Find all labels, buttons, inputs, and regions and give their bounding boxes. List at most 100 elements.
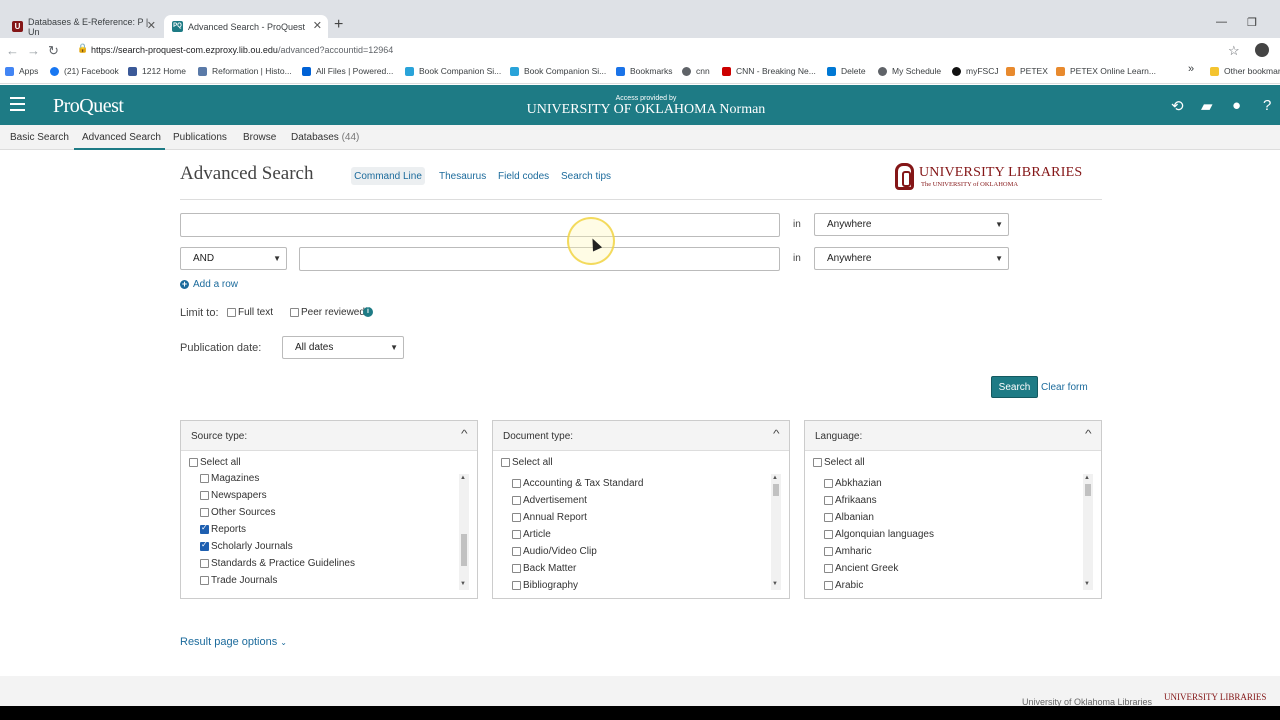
list-item-checkbox[interactable] xyxy=(200,491,209,500)
bookmarks-overflow-icon[interactable]: » xyxy=(1188,63,1194,75)
search-term-input-2[interactable] xyxy=(299,247,780,271)
list-item-checkbox[interactable] xyxy=(824,581,833,590)
close-tab-icon[interactable]: ✕ xyxy=(313,19,322,32)
help-icon[interactable]: ? xyxy=(1263,97,1271,114)
tab-browse[interactable]: Browse xyxy=(243,132,276,143)
tab-basic-search[interactable]: Basic Search xyxy=(10,132,69,143)
scroll-thumb[interactable] xyxy=(1085,484,1091,496)
field-select-2[interactable]: Anywhere ▼ xyxy=(814,247,1009,270)
bookmark-delete[interactable]: Delete xyxy=(827,66,866,76)
scrollbar[interactable]: ▲ ▼ xyxy=(459,474,469,590)
bookmark-cnn[interactable]: cnn xyxy=(682,66,710,76)
command-line-link[interactable]: Command Line xyxy=(351,167,425,185)
boolean-operator-select[interactable]: AND ▼ xyxy=(180,247,287,270)
bookmark-bookmarks[interactable]: Bookmarks xyxy=(616,66,673,76)
search-term-input-1[interactable] xyxy=(180,213,780,237)
select-all-checkbox[interactable] xyxy=(501,458,510,467)
result-page-options-toggle[interactable]: Result page options ⌄ xyxy=(180,636,287,648)
panel-header[interactable]: Document type: ^ xyxy=(493,421,789,451)
panel-header[interactable]: Language: ^ xyxy=(805,421,1101,451)
list-item-checkbox[interactable] xyxy=(200,540,209,551)
scroll-thumb[interactable] xyxy=(773,484,779,496)
browser-tab-advanced-search[interactable]: PQ Advanced Search - ProQuest ✕ xyxy=(164,15,328,38)
scroll-up-icon[interactable]: ▲ xyxy=(460,475,466,481)
list-item-checkbox[interactable] xyxy=(200,474,209,483)
list-item-checkbox[interactable] xyxy=(200,523,209,534)
chevron-up-icon[interactable]: ^ xyxy=(1085,429,1092,440)
scrollbar[interactable]: ▲ ▼ xyxy=(1083,474,1093,590)
list-item-checkbox[interactable] xyxy=(512,530,521,539)
bookmark-book-companion-2[interactable]: Book Companion Si... xyxy=(510,66,606,76)
proquest-logo[interactable]: ProQuest xyxy=(53,95,124,118)
list-item-checkbox[interactable] xyxy=(512,513,521,522)
list-item-checkbox[interactable] xyxy=(200,508,209,517)
publication-date-select[interactable]: All dates ▼ xyxy=(282,336,404,359)
reload-icon[interactable]: ↻ xyxy=(48,43,59,59)
tab-publications[interactable]: Publications xyxy=(173,132,227,143)
list-item-checkbox[interactable] xyxy=(824,564,833,573)
bookmark-my-schedule[interactable]: My Schedule xyxy=(878,66,941,76)
list-item-checkbox[interactable] xyxy=(200,559,209,568)
list-item-checkbox[interactable] xyxy=(512,564,521,573)
new-tab-icon[interactable]: + xyxy=(334,16,343,34)
tab-advanced-search[interactable]: Advanced Search xyxy=(82,132,161,143)
search-tips-link[interactable]: Search tips xyxy=(561,171,611,182)
list-item-checkbox[interactable] xyxy=(512,581,521,590)
add-row-link[interactable]: + Add a row xyxy=(180,279,238,290)
clear-form-link[interactable]: Clear form xyxy=(1041,382,1088,393)
chevron-up-icon[interactable]: ^ xyxy=(773,429,780,440)
bookmark-all-files[interactable]: All Files | Powered... xyxy=(302,66,393,76)
field-select-1[interactable]: Anywhere ▼ xyxy=(814,213,1009,236)
list-item-checkbox[interactable] xyxy=(824,513,833,522)
bookmark-reformation[interactable]: Reformation | Histo... xyxy=(198,66,292,76)
minimize-icon[interactable]: — xyxy=(1216,16,1227,28)
bookmark-1212-home[interactable]: 1212 Home xyxy=(128,66,186,76)
list-item-checkbox[interactable] xyxy=(824,547,833,556)
list-item-checkbox[interactable] xyxy=(512,547,521,556)
scroll-up-icon[interactable]: ▲ xyxy=(1084,475,1090,481)
list-item-checkbox[interactable] xyxy=(824,479,833,488)
tab-databases[interactable]: Databases (44) xyxy=(291,132,359,143)
history-icon[interactable]: ⟲ xyxy=(1171,97,1184,115)
user-icon[interactable]: ● xyxy=(1232,97,1241,114)
bookmark-other[interactable]: Other bookmarks xyxy=(1210,66,1280,76)
back-icon[interactable]: ← xyxy=(6,43,19,58)
bookmark-book-companion-1[interactable]: Book Companion Si... xyxy=(405,66,501,76)
scrollbar[interactable]: ▲ ▼ xyxy=(771,474,781,590)
bookmark-petex-online[interactable]: PETEX Online Learn... xyxy=(1056,66,1156,76)
list-item-checkbox[interactable] xyxy=(200,576,209,585)
bookmark-apps[interactable]: Apps xyxy=(5,66,38,76)
info-icon[interactable]: i xyxy=(363,307,373,317)
thesaurus-link[interactable]: Thesaurus xyxy=(439,171,486,182)
scroll-down-icon[interactable]: ▼ xyxy=(772,581,778,587)
bookmark-petex[interactable]: PETEX xyxy=(1006,66,1048,76)
close-tab-icon[interactable]: ✕ xyxy=(147,19,156,32)
peer-reviewed-checkbox[interactable] xyxy=(290,308,299,317)
bookmark-star-icon[interactable]: ☆ xyxy=(1228,43,1240,59)
restore-icon[interactable]: ❐ xyxy=(1247,16,1257,29)
bookmark-myfscj[interactable]: myFSCJ xyxy=(952,66,999,76)
scroll-thumb[interactable] xyxy=(461,534,467,566)
search-button[interactable]: Search xyxy=(991,376,1038,398)
bookmark-facebook[interactable]: (21) Facebook xyxy=(50,66,119,76)
panel-header[interactable]: Source type: ^ xyxy=(181,421,477,451)
list-item-checkbox[interactable] xyxy=(512,479,521,488)
field-codes-link[interactable]: Field codes xyxy=(498,171,549,182)
select-all-checkbox[interactable] xyxy=(813,458,822,467)
scroll-down-icon[interactable]: ▼ xyxy=(1084,581,1090,587)
full-text-checkbox[interactable] xyxy=(227,308,236,317)
menu-icon[interactable] xyxy=(10,97,25,111)
list-item-checkbox[interactable] xyxy=(824,530,833,539)
list-item-checkbox[interactable] xyxy=(824,496,833,505)
list-item-checkbox[interactable] xyxy=(512,496,521,505)
profile-avatar[interactable] xyxy=(1255,43,1269,57)
bookmark-cnn-breaking[interactable]: CNN - Breaking Ne... xyxy=(722,66,816,76)
browser-tab-databases[interactable]: U Databases & E-Reference: P | Un ✕ xyxy=(4,15,162,38)
chevron-up-icon[interactable]: ^ xyxy=(461,429,468,440)
scroll-down-icon[interactable]: ▼ xyxy=(460,581,466,587)
select-all-checkbox[interactable] xyxy=(189,458,198,467)
forward-icon[interactable]: → xyxy=(27,43,40,58)
folder-icon[interactable]: ▰ xyxy=(1201,97,1213,115)
address-bar[interactable]: https://search-proquest-com.ezproxy.lib.… xyxy=(91,45,393,55)
scroll-up-icon[interactable]: ▲ xyxy=(772,475,778,481)
